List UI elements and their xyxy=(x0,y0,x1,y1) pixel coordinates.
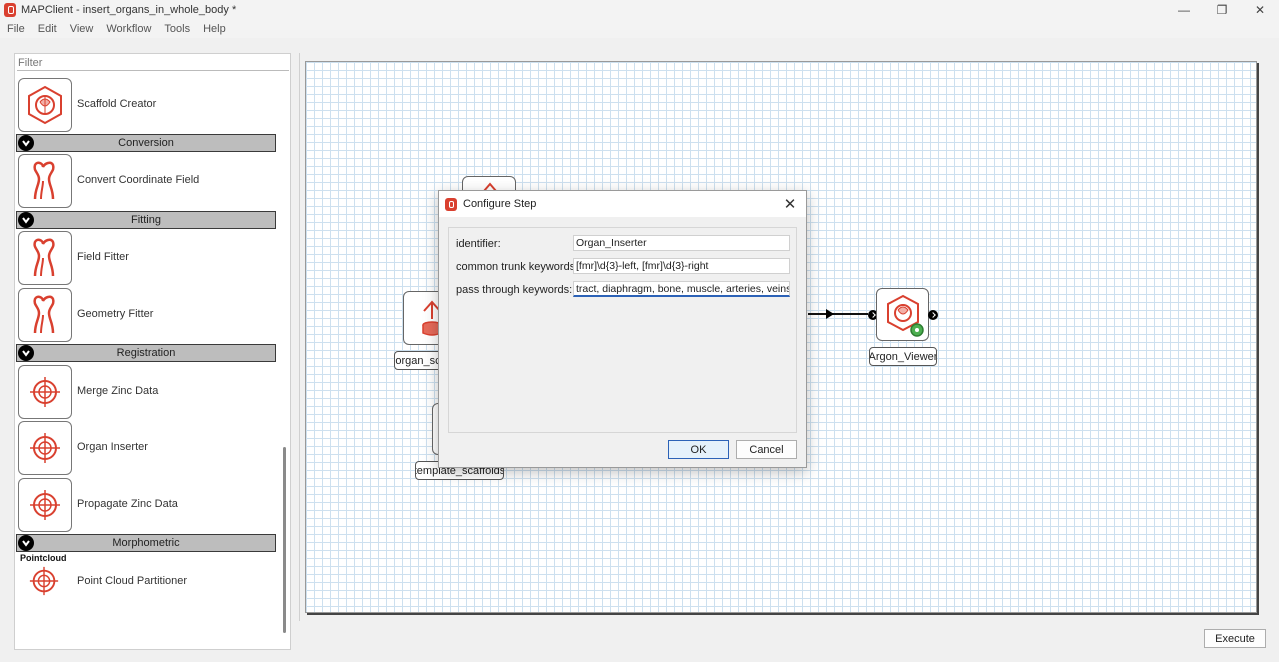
crosshair-icon xyxy=(30,433,60,463)
step-label: Geometry Fitter xyxy=(77,308,154,320)
identifier-field[interactable] xyxy=(573,235,790,251)
workflow-connection[interactable] xyxy=(808,313,868,315)
ok-button[interactable]: OK xyxy=(668,440,729,459)
category-label: Registration xyxy=(116,347,176,359)
bone-icon xyxy=(33,238,55,277)
bone-icon xyxy=(33,161,55,200)
dialog-close-button[interactable]: ✕ xyxy=(780,194,800,214)
cancel-button[interactable]: Cancel xyxy=(736,440,797,459)
window-title: MAPClient - insert_organs_in_whole_body … xyxy=(21,4,237,16)
title-bar: MAPClient - insert_organs_in_whole_body … xyxy=(0,0,1279,20)
step-convert-coordinate-field[interactable]: Convert Coordinate Field xyxy=(18,154,278,208)
dialog-title-bar: Configure Step ✕ xyxy=(439,191,806,217)
category-label: Fitting xyxy=(131,214,161,226)
step-tile xyxy=(18,231,72,285)
menu-bar: File Edit View Workflow Tools Help xyxy=(0,20,1279,38)
step-label: Field Fitter xyxy=(77,251,129,263)
step-tile xyxy=(28,565,60,600)
window-controls: — ❐ ✕ xyxy=(1165,0,1279,20)
step-tile xyxy=(18,421,72,475)
menu-tools[interactable]: Tools xyxy=(157,23,196,35)
step-label: Organ Inserter xyxy=(77,441,148,453)
menu-workflow[interactable]: Workflow xyxy=(99,23,157,35)
step-point-cloud-partitioner[interactable]: Point Cloud Partitioner xyxy=(18,563,278,597)
execute-button[interactable]: Execute xyxy=(1204,629,1266,648)
crosshair-icon xyxy=(30,377,60,407)
minimize-button[interactable]: — xyxy=(1165,0,1203,20)
step-merge-zinc-data[interactable]: Merge Zinc Data xyxy=(18,365,278,419)
workflow-node-argon-viewer[interactable] xyxy=(876,288,929,341)
arrow-head-icon xyxy=(826,309,834,319)
pass-through-keywords-field[interactable] xyxy=(573,281,790,297)
subcategory-pointcloud: Pointcloud xyxy=(20,553,67,563)
configure-step-dialog: Configure Step ✕ identifier: common trun… xyxy=(438,190,807,468)
step-scaffold-creator[interactable]: Scaffold Creator xyxy=(18,78,278,132)
menu-file[interactable]: File xyxy=(0,23,31,35)
category-fitting[interactable]: Fitting xyxy=(16,211,276,229)
output-port-icon[interactable] xyxy=(928,310,938,320)
step-tile xyxy=(18,154,72,208)
scaffold-creator-icon xyxy=(28,85,62,125)
workflow-node-label: Argon_Viewer xyxy=(869,347,937,366)
step-tile xyxy=(18,478,72,532)
step-tile xyxy=(18,288,72,342)
menu-edit[interactable]: Edit xyxy=(31,23,63,35)
argon-viewer-icon xyxy=(886,294,924,337)
category-label: Morphometric xyxy=(112,537,180,549)
step-label: Convert Coordinate Field xyxy=(77,174,200,186)
step-label: Scaffold Creator xyxy=(77,98,157,110)
crosshair-icon xyxy=(29,566,59,596)
menu-help[interactable]: Help xyxy=(196,23,232,35)
maximize-button[interactable]: ❐ xyxy=(1203,0,1241,20)
step-label: Merge Zinc Data xyxy=(77,385,159,397)
category-registration[interactable]: Registration xyxy=(16,344,276,362)
category-conversion[interactable]: Conversion xyxy=(16,134,276,152)
dialog-title: Configure Step xyxy=(463,198,537,210)
menu-view[interactable]: View xyxy=(63,23,100,35)
dialog-form: identifier: common trunk keywords: pass … xyxy=(448,227,797,433)
step-organ-inserter[interactable]: Organ Inserter xyxy=(18,421,278,475)
mapclient-logo-icon xyxy=(445,197,457,211)
step-label: Propagate Zinc Data xyxy=(77,498,178,510)
common-trunk-keywords-field[interactable] xyxy=(573,258,790,274)
filter-input[interactable] xyxy=(17,55,289,71)
bone-icon xyxy=(33,295,55,334)
pass-through-keywords-label: pass through keywords: xyxy=(456,284,573,296)
step-label: Point Cloud Partitioner xyxy=(77,575,188,587)
step-propagate-zinc-data[interactable]: Propagate Zinc Data xyxy=(18,478,278,532)
close-button[interactable]: ✕ xyxy=(1241,0,1279,20)
category-label: Conversion xyxy=(118,137,174,149)
category-morphometric[interactable]: Morphometric xyxy=(16,534,276,552)
step-geometry-fitter[interactable]: Geometry Fitter xyxy=(18,288,278,342)
mapclient-logo-icon xyxy=(4,3,16,17)
step-tile xyxy=(18,78,72,132)
crosshair-icon xyxy=(30,490,60,520)
common-trunk-keywords-label: common trunk keywords: xyxy=(456,261,579,273)
step-field-fitter[interactable]: Field Fitter xyxy=(18,231,278,285)
workflow-node-label: organ_sc xyxy=(394,351,442,370)
step-tile xyxy=(18,365,72,419)
identifier-label: identifier: xyxy=(456,238,501,250)
step-panel-scrollbar[interactable] xyxy=(283,447,286,633)
